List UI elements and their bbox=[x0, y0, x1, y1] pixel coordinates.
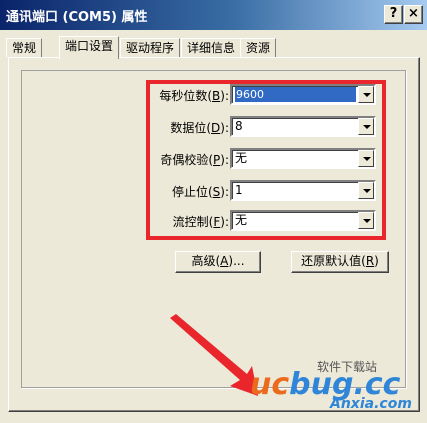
tab-general[interactable]: 常规 bbox=[6, 38, 43, 58]
tab-port-settings[interactable]: 端口设置 bbox=[59, 36, 120, 59]
highlight-box bbox=[146, 80, 386, 240]
restore-defaults-button[interactable]: 还原默认值(R) bbox=[291, 251, 389, 273]
tab-details[interactable]: 详细信息 bbox=[181, 38, 242, 58]
help-icon: ? bbox=[389, 6, 398, 21]
watermark-site: Anxia.com bbox=[330, 396, 412, 412]
advanced-button[interactable]: 高级(A)... bbox=[175, 251, 261, 273]
tab-driver[interactable]: 驱动程序 bbox=[120, 38, 181, 58]
tab-resources[interactable]: 资源 bbox=[240, 38, 277, 58]
title-bar: 通讯端口 (COM5) 属性 ? × bbox=[0, 0, 427, 30]
window-title: 通讯端口 (COM5) 属性 bbox=[6, 10, 148, 25]
close-icon: × bbox=[408, 6, 419, 21]
close-button[interactable]: × bbox=[404, 5, 423, 24]
help-button[interactable]: ? bbox=[384, 5, 403, 24]
